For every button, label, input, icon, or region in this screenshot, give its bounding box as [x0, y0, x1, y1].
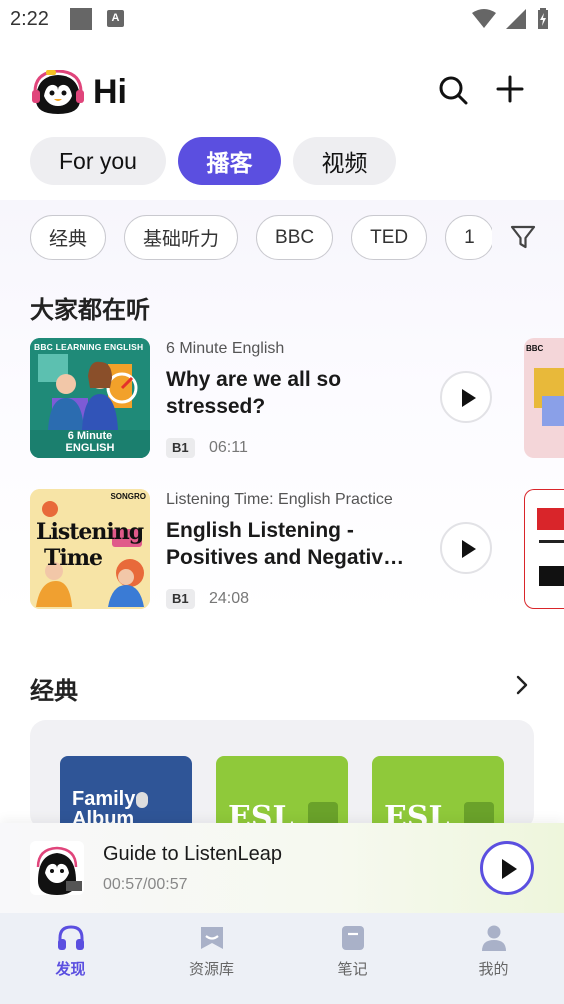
play-button[interactable] [440, 371, 492, 423]
status-bar: 2:22 A [0, 0, 564, 40]
wifi-icon [472, 9, 496, 28]
classic-book-cover[interactable]: Family Album [60, 756, 192, 830]
podcast-item[interactable]: BBC LEARNING ENGLISH 6 Minute ENGLISH 6 … [30, 338, 500, 460]
tab-for-you[interactable]: For you [30, 137, 166, 185]
podcast-episode-title: Why are we all so stressed? [166, 368, 342, 418]
filter-chips: 经典 基础听力 BBC TED 1 [30, 215, 492, 261]
thumbnail-word-2: Time [44, 545, 103, 571]
chip-more[interactable]: 1 [445, 215, 492, 260]
status-icons [472, 8, 550, 30]
peek-art [537, 508, 564, 530]
podcast-show-name: 6 Minute English [166, 340, 285, 357]
bookmark-icon [201, 927, 223, 949]
podcast-thumbnail: BBC LEARNING ENGLISH 6 Minute ENGLISH [30, 338, 150, 458]
nav-label: 笔记 [337, 961, 368, 978]
penguin-logo-icon [32, 70, 84, 114]
mini-player[interactable]: Guide to ListenLeap 00:57/00:57 [0, 823, 564, 913]
nav-discover[interactable]: 发现 [0, 913, 141, 1004]
note-icon [342, 926, 364, 950]
status-time: 2:22 [10, 8, 49, 30]
thumbnail-top-text: SONGRO [110, 492, 146, 501]
tab-video[interactable]: 视频 [293, 137, 396, 185]
peek-art-2 [539, 540, 564, 543]
peek-art-3 [539, 566, 564, 586]
chip-ted[interactable]: TED [351, 215, 428, 260]
podcast-show-name: Listening Time: English Practice [166, 491, 393, 508]
tab-podcast[interactable]: 播客 [178, 137, 281, 185]
signal-icon [506, 9, 526, 29]
nav-label: 我的 [478, 961, 509, 978]
search-icon[interactable] [438, 75, 468, 105]
notification-square-icon [70, 8, 92, 30]
nav-profile[interactable]: 我的 [423, 913, 564, 1004]
episode-duration: 06:11 [209, 439, 248, 456]
podcast-item[interactable]: SONGRO Listening Time Listening Time: En… [30, 489, 500, 611]
headphones-icon [58, 925, 84, 950]
nav-library[interactable]: 资源库 [141, 913, 282, 1004]
thumbnail-word-1: Listening [36, 519, 144, 545]
peek-brand-mark: BBC [526, 344, 544, 353]
chip-basic-listening[interactable]: 基础听力 [124, 215, 239, 260]
bottom-navigation: 发现 资源库 笔记 我的 [0, 913, 564, 1004]
thumbnail-caption-1: 6 Minute [67, 430, 113, 442]
play-icon [502, 859, 517, 879]
level-badge: B1 [166, 438, 195, 458]
play-icon [462, 389, 476, 407]
chip-classic[interactable]: 经典 [30, 215, 107, 260]
greeting-text: Hi [93, 73, 127, 111]
peek-art-2 [542, 396, 564, 426]
chip-bbc[interactable]: BBC [256, 215, 334, 260]
thumbnail-caption-2: ENGLISH [65, 442, 115, 454]
mini-player-time: 00:57/00:57 [103, 876, 188, 893]
penguin-thumbnail-icon [30, 841, 84, 895]
thumbnail-brand-text: BBC LEARNING ENGLISH [34, 342, 144, 352]
podcast-episode-title: English Listening - Positives and Negati… [166, 519, 405, 569]
microphone-icon [136, 792, 148, 808]
level-badge: B1 [166, 589, 195, 609]
play-icon [462, 540, 476, 558]
filter-icon[interactable] [509, 223, 537, 251]
mini-player-thumbnail [30, 841, 84, 895]
person-icon [482, 925, 506, 951]
play-button[interactable] [440, 522, 492, 574]
nav-notes[interactable]: 笔记 [282, 913, 423, 1004]
notification-a-icon: A [107, 10, 124, 27]
classic-collection-card: Family Album ESL ESL [30, 720, 534, 830]
header: Hi [30, 70, 534, 116]
classic-book-cover[interactable]: ESL [216, 756, 348, 830]
nav-label: 发现 [55, 961, 86, 978]
peek-card[interactable]: BBC [524, 338, 564, 458]
section-title-classic: 经典 [30, 678, 78, 705]
content-type-tabs: For you 播客 视频 [30, 137, 396, 185]
classic-book-cover[interactable]: ESL [372, 756, 504, 830]
mini-player-play-button[interactable] [480, 841, 534, 895]
podcast-thumbnail: SONGRO Listening Time [30, 489, 150, 609]
battery-icon [538, 8, 548, 29]
mini-player-title: Guide to ListenLeap [103, 843, 283, 865]
episode-duration: 24:08 [209, 590, 250, 607]
section-title-popular: 大家都在听 [30, 297, 150, 324]
chevron-right-icon[interactable] [512, 674, 532, 696]
add-icon[interactable] [496, 75, 524, 103]
peek-card[interactable] [524, 489, 564, 609]
nav-label: 资源库 [188, 961, 234, 978]
